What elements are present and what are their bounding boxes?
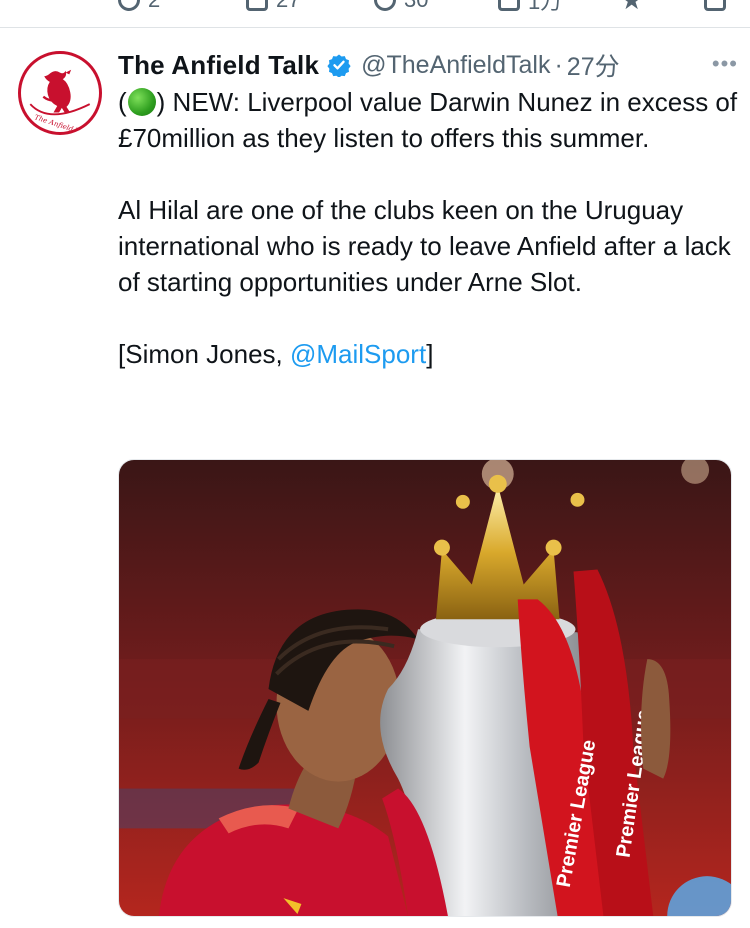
display-name[interactable]: The Anfield Talk — [118, 50, 319, 81]
source-suffix: ] — [426, 339, 434, 369]
paren-open: ( — [118, 87, 127, 117]
like-button[interactable]: 30 — [374, 0, 428, 14]
share-icon — [704, 0, 726, 11]
bookmark-button[interactable]: ★ — [620, 0, 646, 14]
avatar[interactable]: The Anfield Talk — [18, 51, 102, 135]
mention-link[interactable]: @MailSport — [290, 339, 426, 369]
verified-badge-icon — [327, 54, 351, 77]
tweet-timestamp[interactable]: 27分 — [567, 47, 620, 83]
views-button[interactable]: 1万 — [498, 0, 562, 14]
like-count: 30 — [404, 0, 428, 13]
tweet-header: The Anfield Talk @TheAnfieldTalk · 27分 •… — [118, 47, 738, 83]
retweet-icon — [246, 0, 268, 11]
tweet-media-image[interactable]: Premier League Premier League — [118, 459, 732, 917]
reply-button[interactable]: 2 — [118, 0, 160, 14]
tweet-paragraph-1: () NEW: Liverpool value Darwin Nunez in … — [118, 84, 744, 156]
player-kissing-trophy-photo: Premier League Premier League — [119, 460, 731, 916]
views-icon — [498, 0, 520, 11]
bookmark-icon: ★ — [620, 0, 644, 15]
views-count: 1万 — [528, 0, 563, 14]
liverbird-logo-icon: The Anfield Talk — [22, 55, 98, 132]
tweet-text: () NEW: Liverpool value Darwin Nunez in … — [118, 84, 744, 372]
share-button[interactable] — [704, 0, 726, 14]
like-icon — [374, 0, 396, 11]
source-prefix: [Simon Jones, — [118, 339, 290, 369]
retweet-count: 27 — [276, 0, 300, 13]
separator-dot: · — [554, 50, 563, 79]
more-options-button[interactable]: ••• — [712, 51, 738, 77]
reply-icon — [118, 0, 140, 11]
user-handle[interactable]: @TheAnfieldTalk — [361, 51, 550, 80]
retweet-button[interactable]: 27 — [246, 0, 300, 14]
tweet-paragraph-2: Al Hilal are one of the clubs keen on th… — [118, 195, 731, 297]
green-circle-emoji-icon — [127, 88, 156, 116]
tweet-source: [Simon Jones, @MailSport] — [118, 336, 744, 372]
reply-count: 2 — [148, 0, 160, 13]
tweet-paragraph-1-text: ) NEW: Liverpool value Darwin Nunez in e… — [118, 87, 738, 153]
previous-tweet-actions: 2 27 30 1万 ★ — [0, 0, 750, 22]
timeline: 2 27 30 1万 ★ The Anfield T — [0, 0, 750, 928]
tweet-divider — [0, 27, 750, 28]
